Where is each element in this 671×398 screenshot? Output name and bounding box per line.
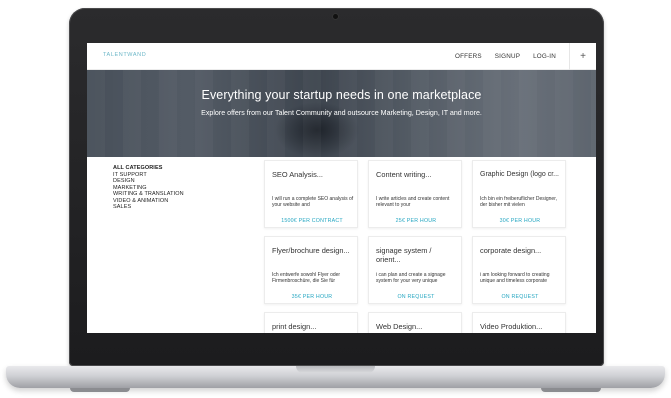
- offer-title: print design...: [272, 322, 317, 331]
- category-list: ALL CATEGORIES IT SUPPORT DESIGN MARKETI…: [113, 165, 184, 211]
- laptop-notch: [296, 366, 375, 373]
- offer-description: i am looking forward to creating unique …: [480, 272, 550, 285]
- offer-title: Content writing...: [376, 170, 432, 179]
- marketplace-content: ALL CATEGORIES IT SUPPORT DESIGN MARKETI…: [87, 157, 596, 333]
- brand-logo[interactable]: TALENTWAND: [103, 52, 146, 58]
- offer-title: Video Produktion...: [480, 322, 543, 331]
- offer-card[interactable]: corporate design... i am looking forward…: [472, 236, 566, 304]
- offer-card[interactable]: print design...: [264, 312, 358, 333]
- offer-card[interactable]: Graphic Design (logo cr... Ich bin ein f…: [472, 160, 566, 228]
- nav-offers-link[interactable]: OFFERS: [455, 53, 482, 60]
- offer-card[interactable]: signage system / orient... i can plan an…: [368, 236, 462, 304]
- offer-price: 25€ PER HOUR: [395, 218, 437, 224]
- screen: TALENTWAND OFFERS SIGNUP LOG-IN + Everyt…: [87, 43, 596, 333]
- offer-title: signage system / orient...: [376, 246, 432, 264]
- offer-card[interactable]: Content writing... I write articles and …: [368, 160, 462, 228]
- offer-title: Graphic Design (logo cr...: [480, 171, 559, 178]
- offer-description: I will run a complete SEO analysis of yo…: [272, 196, 354, 209]
- top-navigation: TALENTWAND OFFERS SIGNUP LOG-IN +: [87, 43, 596, 70]
- nav-signup-link[interactable]: SIGNUP: [495, 53, 520, 60]
- offer-price: ON REQUEST: [397, 294, 435, 300]
- offer-card[interactable]: Video Produktion...: [472, 312, 566, 333]
- offer-price: 1500€ PER CONTRACT: [281, 218, 343, 224]
- laptop-foot-left: [70, 388, 130, 392]
- nav-links: OFFERS SIGNUP LOG-IN +: [455, 43, 596, 70]
- offer-title: Flyer/brochure design...: [272, 246, 350, 255]
- camera-icon: [333, 14, 338, 19]
- offer-card[interactable]: Web Design...: [368, 312, 462, 333]
- category-sales[interactable]: SALES: [113, 204, 184, 211]
- offer-card[interactable]: SEO Analysis... I will run a complete SE…: [264, 160, 358, 228]
- hero-title: Everything your startup needs in one mar…: [201, 88, 482, 102]
- offer-price: 30€ PER HOUR: [499, 218, 541, 224]
- offer-title: corporate design...: [480, 246, 542, 255]
- plus-icon[interactable]: +: [570, 43, 596, 70]
- category-writing-translation[interactable]: WRITING & TRANSLATION: [113, 191, 184, 198]
- nav-login-link[interactable]: LOG-IN: [533, 53, 556, 60]
- offer-description: I write articles and create content rele…: [376, 196, 450, 209]
- offer-title: SEO Analysis...: [272, 170, 323, 179]
- offer-description: Ich bin ein freiberuflicher Designer, de…: [480, 196, 557, 209]
- offer-title: Web Design...: [376, 322, 423, 331]
- hero-banner: Everything your startup needs in one mar…: [87, 70, 596, 157]
- laptop-foot-right: [541, 388, 601, 392]
- offer-price: 35€ PER HOUR: [291, 294, 333, 300]
- offer-price: ON REQUEST: [501, 294, 539, 300]
- offer-description: Ich entwerfe sowohl Flyer oder Firmenbro…: [272, 272, 341, 285]
- offer-description: i can plan and create a signage system f…: [376, 272, 446, 285]
- offer-card[interactable]: Flyer/brochure design... Ich entwerfe so…: [264, 236, 358, 304]
- hero-subtitle: Explore offers from our Talent Community…: [201, 109, 482, 117]
